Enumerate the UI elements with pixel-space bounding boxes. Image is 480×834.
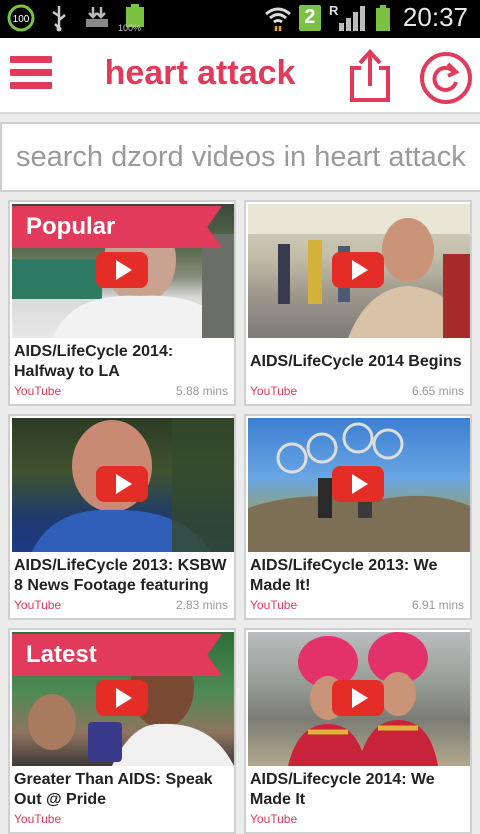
video-duration: 5.88 mins — [175, 384, 228, 398]
menu-icon[interactable] — [10, 56, 52, 96]
clock: 20:37 — [402, 2, 468, 32]
play-button-icon[interactable] — [332, 680, 384, 716]
video-thumbnail — [248, 632, 470, 766]
search-bar — [0, 122, 480, 192]
video-title: AIDS/LifeCycle 2013: KSBW 8 News Footage… — [14, 557, 227, 594]
signal-icon: R — [327, 3, 367, 33]
video-card[interactable]: AIDS/LifeCycle 2014 Begins YouTube 6.65 … — [244, 200, 472, 406]
video-title: Greater Than AIDS: Speak Out @ Pride — [14, 771, 213, 808]
latest-ribbon: Latest — [12, 634, 222, 676]
play-button-icon[interactable] — [332, 252, 384, 288]
video-card[interactable]: AIDS/Lifecycle 2014: We Made It YouTube — [244, 628, 472, 834]
wifi-icon — [263, 3, 293, 33]
video-title: AIDS/LifeCycle 2014: Halfway to LA — [14, 343, 174, 380]
search-input[interactable] — [2, 124, 480, 190]
download-icon — [82, 3, 112, 33]
usb-icon — [44, 3, 74, 33]
video-card[interactable]: Popular AIDS/LifeCycle 2014: Halfway to … — [8, 200, 236, 406]
video-source: YouTube — [250, 384, 298, 398]
video-title: AIDS/Lifecycle 2014: We Made It — [250, 771, 435, 808]
video-card[interactable]: AIDS/LifeCycle 2013: KSBW 8 News Footage… — [8, 414, 236, 620]
play-button-icon[interactable] — [332, 466, 384, 502]
video-grid: Popular AIDS/LifeCycle 2014: Halfway to … — [8, 200, 472, 834]
network-badge: 2 — [298, 4, 321, 31]
svg-text:R: R — [329, 3, 339, 18]
video-duration: 2.83 mins — [175, 598, 228, 612]
battery-status-icon — [373, 3, 393, 33]
video-thumbnail — [248, 204, 470, 338]
video-card[interactable]: Latest Greater Than AIDS: Speak Out @ Pr… — [8, 628, 236, 834]
refresh-icon[interactable] — [418, 50, 474, 106]
video-thumbnail — [12, 418, 234, 552]
app-bar: heart attack — [0, 38, 480, 114]
video-source: YouTube — [14, 598, 62, 612]
battery-circle-icon: 100 — [6, 3, 36, 33]
play-button-icon[interactable] — [96, 252, 148, 288]
play-button-icon[interactable] — [96, 680, 148, 716]
svg-text:100: 100 — [13, 14, 30, 25]
play-button-icon[interactable] — [96, 466, 148, 502]
video-duration: 6.65 mins — [411, 384, 464, 398]
page-title: heart attack — [104, 54, 296, 92]
share-icon[interactable] — [348, 48, 392, 104]
video-source: YouTube — [14, 812, 62, 826]
battery-percent: 100% — [118, 23, 142, 33]
video-source: YouTube — [14, 384, 62, 398]
popular-ribbon: Popular — [12, 206, 222, 248]
video-source: YouTube — [250, 812, 298, 826]
video-title: AIDS/LifeCycle 2013: We Made It! — [250, 557, 438, 594]
video-thumbnail — [248, 418, 470, 552]
video-card[interactable]: AIDS/LifeCycle 2013: We Made It! YouTube… — [244, 414, 472, 620]
video-duration: 6.91 mins — [411, 598, 464, 612]
video-source: YouTube — [250, 598, 298, 612]
status-bar: 100 100% 2 R 20:37 — [0, 0, 480, 38]
